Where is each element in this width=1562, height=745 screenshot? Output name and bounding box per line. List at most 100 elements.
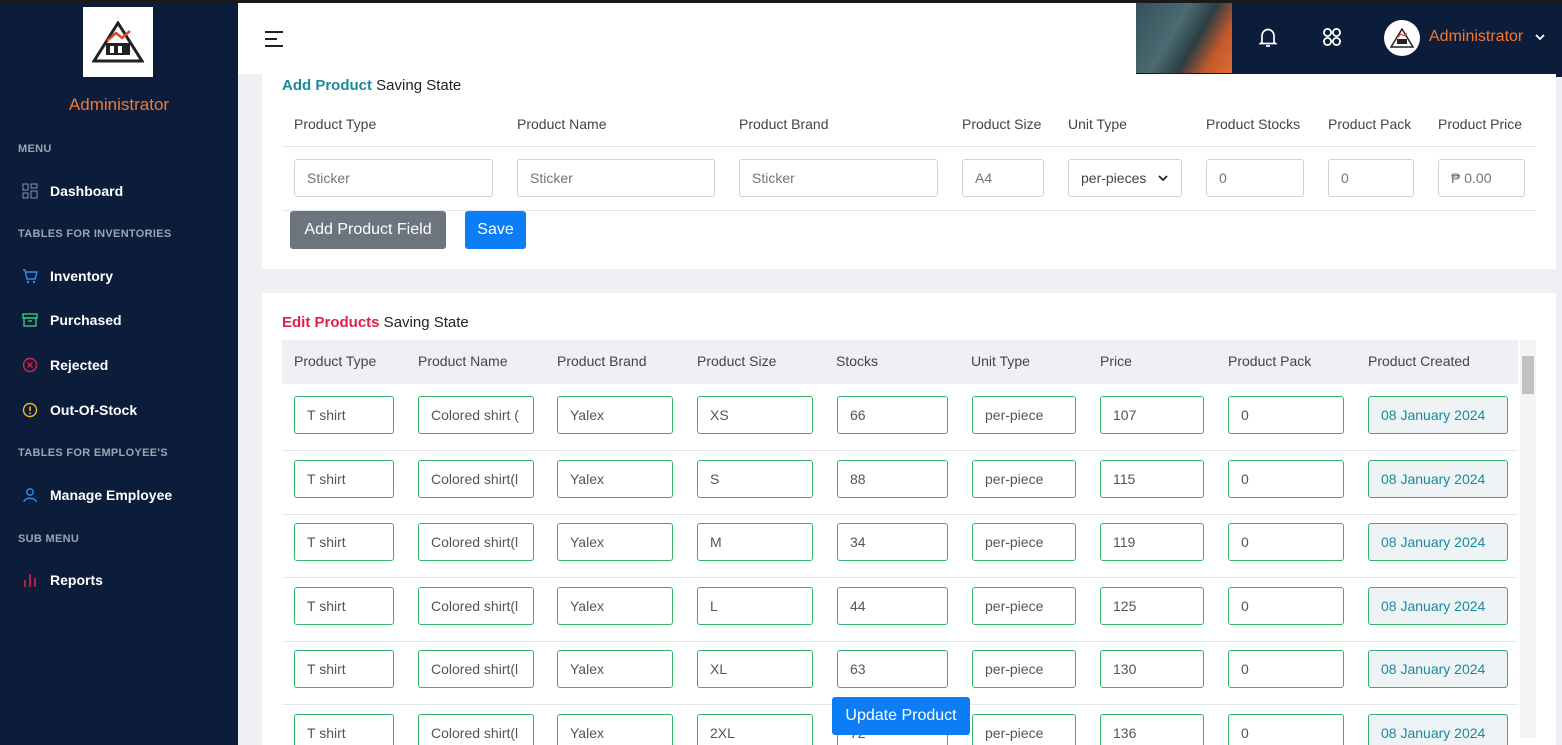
header-product-pack: Product Pack [1328, 116, 1412, 132]
unit-type-select[interactable]: per-pieces [1068, 159, 1182, 197]
row-product-name-input[interactable]: Colored shirt(l [418, 460, 534, 498]
row-product-size-input[interactable]: L [697, 587, 813, 625]
row-product-pack-input[interactable]: 0 [1228, 523, 1344, 561]
apps-grid-icon[interactable] [1320, 25, 1344, 49]
row-product-brand-input[interactable]: Yalex [557, 460, 673, 498]
row-unit-type-input[interactable]: per-piece [972, 523, 1076, 561]
row-stocks-input[interactable]: 63 [837, 650, 948, 688]
row-unit-type-input[interactable]: per-piece [972, 587, 1076, 625]
header-product-stocks: Product Stocks [1206, 116, 1301, 132]
row-product-pack-input[interactable]: 0 [1228, 460, 1344, 498]
sidebar-item-label: Reports [50, 572, 103, 588]
row-product-brand-input[interactable]: Yalex [557, 587, 673, 625]
row-unit-type-input[interactable]: per-piece [972, 650, 1076, 688]
avatar[interactable] [1384, 20, 1420, 56]
row-product-pack-input[interactable]: 0 [1228, 714, 1344, 745]
unit-type-value: per-pieces [1081, 170, 1147, 186]
sidebar-item-rejected[interactable]: Rejected [22, 357, 108, 373]
row-product-name-input[interactable]: Colored shirt(l [418, 523, 534, 561]
sidebar-item-out-of-stock[interactable]: Out-Of-Stock [22, 402, 137, 418]
product-name-input[interactable]: Sticker [517, 159, 715, 197]
add-product-card: Add Product Saving State Product Type Pr… [262, 74, 1556, 269]
hamburger-menu-icon[interactable] [264, 29, 284, 49]
row-product-brand-input[interactable]: Yalex [557, 396, 673, 434]
row-price-input[interactable]: 119 [1100, 523, 1204, 561]
col-price: Price [1100, 353, 1132, 369]
row-product-pack-input[interactable]: 0 [1228, 650, 1344, 688]
row-price-input[interactable]: 130 [1100, 650, 1204, 688]
table-scrollbar[interactable] [1520, 340, 1536, 738]
sidebar-item-dashboard[interactable]: Dashboard [22, 183, 123, 199]
col-product-brand: Product Brand [557, 353, 647, 369]
row-unit-type-input[interactable]: per-piece [972, 396, 1076, 434]
product-stocks-input[interactable]: 0 [1206, 159, 1304, 197]
sidebar-item-inventory[interactable]: Inventory [22, 268, 113, 284]
row-product-pack-input[interactable]: 0 [1228, 396, 1344, 434]
row-divider [282, 514, 1518, 515]
row-product-type-input[interactable]: T shirt [294, 587, 394, 625]
row-product-name-input[interactable]: Colored shirt(l [418, 650, 534, 688]
sidebar-item-reports[interactable]: Reports [22, 572, 103, 588]
row-product-type-input[interactable]: T shirt [294, 523, 394, 561]
row-price-input[interactable]: 136 [1100, 714, 1204, 745]
add-product-title: Add Product Saving State [282, 77, 461, 94]
row-stocks-input[interactable]: 66 [837, 396, 948, 434]
row-product-created-field: 08 January 2024 [1368, 460, 1508, 498]
row-product-size-input[interactable]: 2XL [697, 714, 813, 745]
product-size-input[interactable]: A4 [962, 159, 1044, 197]
top-bar-user-area: Administrator [1136, 3, 1562, 77]
col-product-created: Product Created [1368, 353, 1470, 369]
product-brand-input[interactable]: Sticker [739, 159, 938, 197]
sidebar-item-label: Out-Of-Stock [50, 402, 138, 418]
row-price-input[interactable]: 125 [1100, 587, 1204, 625]
row-product-size-input[interactable]: XS [697, 396, 813, 434]
row-stocks-input[interactable]: 34 [837, 523, 948, 561]
row-product-type-input[interactable]: T shirt [294, 396, 394, 434]
scrollbar-thumb[interactable] [1522, 356, 1534, 394]
row-product-name-input[interactable]: Colored shirt ( [418, 396, 534, 434]
product-pack-input[interactable]: 0 [1328, 159, 1414, 197]
row-product-name-input[interactable]: Colored shirt(l [418, 714, 534, 745]
divider [282, 146, 1536, 147]
row-unit-type-input[interactable]: per-piece [972, 460, 1076, 498]
chevron-down-icon[interactable] [1535, 32, 1545, 42]
sidebar-item-purchased[interactable]: Purchased [22, 312, 122, 328]
row-price-input[interactable]: 107 [1100, 396, 1204, 434]
sidebar-item-manage-employee[interactable]: Manage Employee [22, 487, 172, 503]
row-product-size-input[interactable]: M [697, 523, 813, 561]
sidebar-item-label: Purchased [50, 312, 122, 328]
row-divider [282, 577, 1518, 578]
archive-box-icon [22, 313, 38, 327]
row-stocks-input[interactable]: 44 [837, 587, 948, 625]
product-type-input[interactable]: Sticker [294, 159, 493, 197]
row-product-type-input[interactable]: T shirt [294, 650, 394, 688]
row-product-type-input[interactable]: T shirt [294, 460, 394, 498]
row-product-brand-input[interactable]: Yalex [557, 650, 673, 688]
header-product-name: Product Name [517, 116, 607, 132]
row-product-size-input[interactable]: S [697, 460, 813, 498]
header-product-size: Product Size [962, 116, 1042, 132]
row-product-created-field: 08 January 2024 [1368, 523, 1508, 561]
row-product-name-input[interactable]: Colored shirt(l [418, 587, 534, 625]
row-product-created-field: 08 January 2024 [1368, 714, 1508, 745]
user-menu-name[interactable]: Administrator [1429, 28, 1523, 46]
x-circle-icon [22, 357, 38, 373]
row-stocks-input[interactable]: 88 [837, 460, 948, 498]
save-button[interactable]: Save [465, 211, 526, 249]
row-product-size-input[interactable]: XL [697, 650, 813, 688]
row-price-input[interactable]: 115 [1100, 460, 1204, 498]
row-unit-type-input[interactable]: per-piece [972, 714, 1076, 745]
logo-triangle-icon [92, 21, 144, 63]
company-logo[interactable] [83, 7, 153, 77]
col-product-pack: Product Pack [1228, 353, 1312, 369]
add-product-field-button[interactable]: Add Product Field [290, 211, 446, 249]
row-product-pack-input[interactable]: 0 [1228, 587, 1344, 625]
update-product-button[interactable]: Update Product [832, 697, 970, 735]
col-product-size: Product Size [697, 353, 777, 369]
row-product-brand-input[interactable]: Yalex [557, 714, 673, 745]
bell-icon[interactable] [1256, 25, 1280, 49]
row-product-brand-input[interactable]: Yalex [557, 523, 673, 561]
product-price-input[interactable]: ₱ 0.00 [1438, 159, 1525, 197]
section-submenu: SUB MENU [18, 533, 80, 545]
row-product-type-input[interactable]: T shirt [294, 714, 394, 745]
